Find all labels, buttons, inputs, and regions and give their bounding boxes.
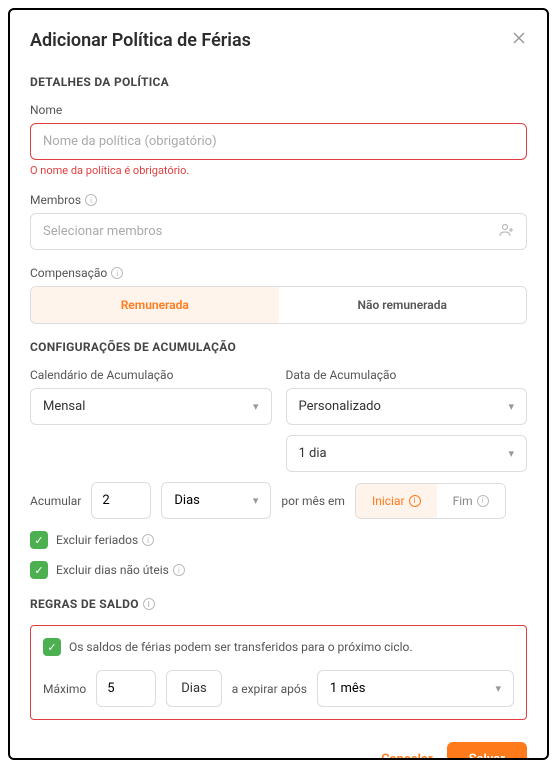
accrual-date-group: Data de Acumulação Personalizado ▾ 1 dia…: [286, 368, 528, 472]
section-details-title: DETALHES DA POLÍTICA: [30, 75, 527, 89]
max-label: Máximo: [43, 682, 86, 696]
exclude-holidays-label: Excluir feriados: [56, 533, 138, 547]
start-tab[interactable]: Iniciar i: [356, 484, 437, 518]
accumulate-amount-input[interactable]: [91, 482, 151, 519]
accrual-date-select[interactable]: Personalizado ▾: [286, 388, 528, 425]
start-end-tabs: Iniciar i Fim i: [355, 483, 506, 519]
info-icon: i: [409, 495, 421, 507]
unpaid-toggle[interactable]: Não remunerada: [279, 287, 527, 323]
accrual-day-select[interactable]: 1 dia ▾: [286, 435, 528, 472]
accrual-calendar-group: Calendário de Acumulação Mensal ▾: [30, 368, 272, 472]
expire-after-value: 1 mês: [330, 681, 366, 696]
exclude-nonworking-row: ✓ Excluir dias não úteis i: [30, 561, 527, 579]
close-icon[interactable]: [511, 30, 527, 51]
carryover-row: ✓ Os saldos de férias podem ser transfer…: [43, 638, 514, 656]
name-input[interactable]: [30, 123, 527, 160]
accrual-calendar-label: Calendário de Acumulação: [30, 368, 272, 382]
section-balance-title: REGRAS DE SALDO: [30, 597, 139, 611]
info-icon[interactable]: i: [142, 534, 154, 546]
carryover-checkbox[interactable]: ✓: [43, 638, 61, 656]
name-error-text: O nome da política é obrigatório.: [30, 164, 527, 177]
per-month-label: por mês em: [281, 494, 345, 508]
accrual-calendar-select[interactable]: Mensal ▾: [30, 388, 272, 425]
accumulate-label: Acumular: [30, 494, 81, 508]
save-button[interactable]: Salvar: [447, 742, 527, 760]
accumulate-row: Acumular Dias ▾ por mês em Iniciar i Fim…: [30, 482, 527, 519]
accumulate-unit-select[interactable]: Dias ▾: [161, 482, 271, 519]
compensation-label: Compensação: [30, 266, 107, 280]
add-person-icon[interactable]: [499, 223, 515, 241]
info-icon[interactable]: i: [85, 194, 97, 206]
exclude-holidays-checkbox[interactable]: ✓: [30, 531, 48, 549]
max-unit: Dias: [166, 670, 221, 707]
modal-footer: Cancelar Salvar: [30, 742, 527, 760]
exclude-nonworking-label: Excluir dias não úteis: [56, 563, 169, 577]
expire-after-select[interactable]: 1 mês ▾: [317, 670, 514, 707]
carryover-label: Os saldos de férias podem ser transferid…: [69, 640, 413, 654]
cancel-button[interactable]: Cancelar: [381, 752, 433, 760]
chevron-down-icon: ▾: [508, 447, 514, 460]
max-balance-row: Máximo Dias a expirar após 1 mês ▾: [43, 670, 514, 707]
chevron-down-icon: ▾: [508, 400, 514, 413]
balance-rules-box: ✓ Os saldos de férias podem ser transfer…: [30, 625, 527, 720]
section-accrual-title: CONFIGURAÇÕES DE ACUMULAÇÃO: [30, 340, 527, 354]
modal-title: Adicionar Política de Férias: [30, 30, 251, 51]
accrual-calendar-value: Mensal: [43, 399, 85, 414]
accumulate-unit-value: Dias: [174, 493, 199, 508]
chevron-down-icon: ▾: [253, 400, 259, 413]
modal-header: Adicionar Política de Férias: [30, 30, 527, 51]
accrual-date-label: Data de Acumulação: [286, 368, 528, 382]
members-label: Membros: [30, 193, 81, 207]
compensation-field-group: Compensação i Remunerada Não remunerada: [30, 266, 527, 324]
compensation-toggle: Remunerada Não remunerada: [30, 286, 527, 324]
vacation-policy-modal: Adicionar Política de Férias DETALHES DA…: [8, 8, 549, 760]
chevron-down-icon: ▾: [253, 494, 259, 507]
info-icon[interactable]: i: [143, 598, 155, 610]
paid-toggle[interactable]: Remunerada: [31, 287, 279, 323]
max-amount-input[interactable]: [96, 670, 156, 707]
chevron-down-icon: ▾: [495, 682, 501, 695]
info-icon[interactable]: i: [173, 564, 185, 576]
accrual-day-value: 1 dia: [299, 446, 327, 461]
accrual-date-value: Personalizado: [299, 399, 381, 414]
members-input[interactable]: [30, 213, 527, 250]
expire-after-label: a expirar após: [232, 682, 307, 696]
members-field-group: Membros i: [30, 193, 527, 250]
info-icon: i: [477, 495, 489, 507]
name-label: Nome: [30, 103, 527, 117]
info-icon[interactable]: i: [111, 267, 123, 279]
name-field-group: Nome O nome da política é obrigatório.: [30, 103, 527, 177]
exclude-holidays-row: ✓ Excluir feriados i: [30, 531, 527, 549]
exclude-nonworking-checkbox[interactable]: ✓: [30, 561, 48, 579]
end-tab[interactable]: Fim i: [437, 484, 505, 518]
